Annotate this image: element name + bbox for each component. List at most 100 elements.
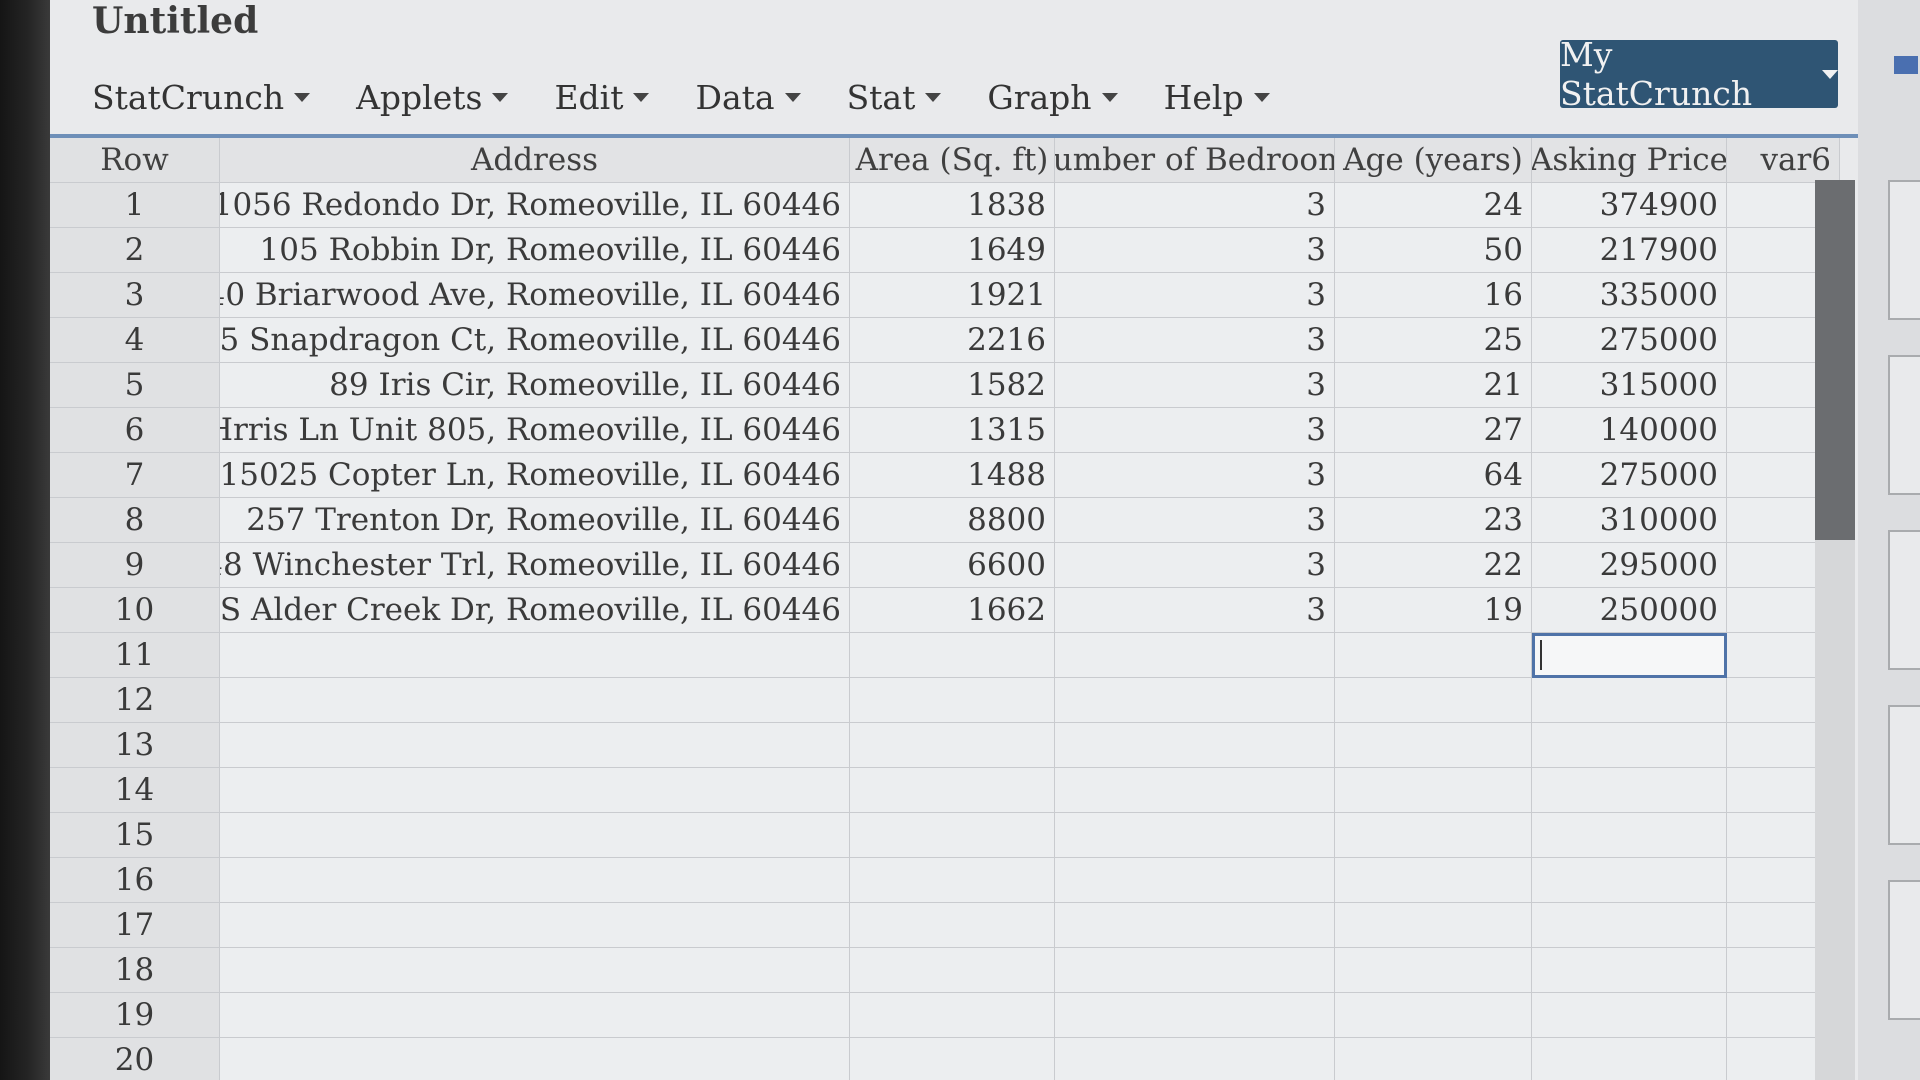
cell-bedrooms[interactable]: 3	[1055, 498, 1335, 543]
cell-asking-price[interactable]	[1532, 993, 1727, 1038]
cell-asking-price[interactable]	[1532, 948, 1727, 993]
header-age[interactable]: Age (years)	[1335, 138, 1532, 183]
my-statcrunch-button[interactable]: My StatCrunch	[1560, 35, 1838, 113]
side-card[interactable]	[1888, 355, 1920, 495]
cell-asking-price[interactable]	[1532, 813, 1727, 858]
cell-asking-price[interactable]: 250000	[1532, 588, 1727, 633]
cell-bedrooms[interactable]	[1055, 903, 1335, 948]
row-number[interactable]: 15	[50, 813, 220, 858]
row-number[interactable]: 2	[50, 228, 220, 273]
cell-age[interactable]: 19	[1335, 588, 1532, 633]
row-number[interactable]: 3	[50, 273, 220, 318]
cell-area[interactable]	[850, 1038, 1055, 1080]
row-number[interactable]: 9	[50, 543, 220, 588]
cell-area[interactable]: 1921	[850, 273, 1055, 318]
cell-area[interactable]: 1649	[850, 228, 1055, 273]
row-number[interactable]: 20	[50, 1038, 220, 1080]
cell-age[interactable]	[1335, 633, 1532, 678]
cell-asking-price[interactable]	[1532, 1038, 1727, 1080]
cell-area[interactable]	[850, 813, 1055, 858]
cell-bedrooms[interactable]	[1055, 948, 1335, 993]
cell-address[interactable]: 105 Robbin Dr, Romeoville, IL 60446	[220, 228, 850, 273]
filter-icon[interactable]	[1894, 56, 1918, 74]
cell-bedrooms[interactable]	[1055, 723, 1335, 768]
cell-age[interactable]: 27	[1335, 408, 1532, 453]
cell-bedrooms[interactable]: 3	[1055, 183, 1335, 228]
cell-area[interactable]	[850, 858, 1055, 903]
row-number[interactable]: 1	[50, 183, 220, 228]
cell-bedrooms[interactable]: 3	[1055, 408, 1335, 453]
cell-address[interactable]: 640 Briarwood Ave, Romeoville, IL 60446	[220, 273, 850, 318]
cell-age[interactable]	[1335, 948, 1532, 993]
menu-data[interactable]: Data	[695, 78, 801, 117]
cell-area[interactable]: 1662	[850, 588, 1055, 633]
cell-asking-price[interactable]	[1532, 768, 1727, 813]
cell-bedrooms[interactable]	[1055, 1038, 1335, 1080]
menu-help[interactable]: Help	[1164, 78, 1270, 117]
cell-asking-price[interactable]: 275000	[1532, 453, 1727, 498]
cell-age[interactable]	[1335, 903, 1532, 948]
cell-asking-price[interactable]	[1532, 723, 1727, 768]
cell-area[interactable]: 1582	[850, 363, 1055, 408]
cell-address[interactable]	[220, 633, 850, 678]
cell-age[interactable]	[1335, 858, 1532, 903]
cell-age[interactable]: 64	[1335, 453, 1532, 498]
header-bedrooms[interactable]: Number of Bedrooms	[1055, 138, 1335, 183]
cell-address[interactable]: 1485 Snapdragon Ct, Romeoville, IL 60446	[220, 318, 850, 363]
cell-age[interactable]	[1335, 723, 1532, 768]
menu-applets[interactable]: Applets	[356, 78, 509, 117]
cell-bedrooms[interactable]	[1055, 768, 1335, 813]
cell-asking-price[interactable]: 310000	[1532, 498, 1727, 543]
cell-address[interactable]: 257 Trenton Dr, Romeoville, IL 60446	[220, 498, 850, 543]
cell-bedrooms[interactable]: 3	[1055, 543, 1335, 588]
cell-area[interactable]: 6600	[850, 543, 1055, 588]
cell-age[interactable]: 16	[1335, 273, 1532, 318]
cell-age[interactable]: 50	[1335, 228, 1532, 273]
cell-bedrooms[interactable]: 3	[1055, 228, 1335, 273]
cell-age[interactable]: 23	[1335, 498, 1532, 543]
cell-asking-price[interactable]: 315000	[1532, 363, 1727, 408]
cell-area[interactable]: 1488	[850, 453, 1055, 498]
cell-age[interactable]	[1335, 813, 1532, 858]
header-area[interactable]: Area (Sq. ft)	[850, 138, 1055, 183]
cell-address[interactable]	[220, 948, 850, 993]
row-number[interactable]: 7	[50, 453, 220, 498]
cell-asking-price[interactable]: 140000	[1532, 408, 1727, 453]
cell-address[interactable]: 15025 Copter Ln, Romeoville, IL 60446	[220, 453, 850, 498]
cell-bedrooms[interactable]	[1055, 633, 1335, 678]
side-card[interactable]	[1888, 530, 1920, 670]
cell-area[interactable]: 2216	[850, 318, 1055, 363]
cell-age[interactable]: 22	[1335, 543, 1532, 588]
cell-area[interactable]: 8800	[850, 498, 1055, 543]
row-number[interactable]: 10	[50, 588, 220, 633]
cell-bedrooms[interactable]: 3	[1055, 453, 1335, 498]
row-number[interactable]: 5	[50, 363, 220, 408]
cell-area[interactable]: 1838	[850, 183, 1055, 228]
row-number[interactable]: 6	[50, 408, 220, 453]
cell-asking-price[interactable]: 295000	[1532, 543, 1727, 588]
cell-bedrooms[interactable]	[1055, 858, 1335, 903]
cell-age[interactable]: 21	[1335, 363, 1532, 408]
cell-asking-price[interactable]	[1532, 678, 1727, 723]
cell-area[interactable]	[850, 678, 1055, 723]
cell-address[interactable]	[220, 903, 850, 948]
cell-address[interactable]	[220, 768, 850, 813]
row-number[interactable]: 17	[50, 903, 220, 948]
row-number[interactable]: 14	[50, 768, 220, 813]
cell-bedrooms[interactable]: 3	[1055, 273, 1335, 318]
row-number[interactable]: 18	[50, 948, 220, 993]
cell-area[interactable]	[850, 993, 1055, 1038]
cell-address[interactable]	[220, 858, 850, 903]
cell-address[interactable]	[220, 993, 850, 1038]
row-number[interactable]: 19	[50, 993, 220, 1038]
menu-statcrunch[interactable]: StatCrunch	[92, 78, 311, 117]
scrollbar-thumb[interactable]	[1815, 180, 1855, 540]
cell-bedrooms[interactable]: 3	[1055, 318, 1335, 363]
row-number[interactable]: 12	[50, 678, 220, 723]
row-number[interactable]: 8	[50, 498, 220, 543]
cell-asking-price[interactable]: 374900	[1532, 183, 1727, 228]
row-number[interactable]: 4	[50, 318, 220, 363]
cell-age[interactable]	[1335, 768, 1532, 813]
header-row-number[interactable]: Row	[50, 138, 220, 183]
cell-area[interactable]: 1315	[850, 408, 1055, 453]
